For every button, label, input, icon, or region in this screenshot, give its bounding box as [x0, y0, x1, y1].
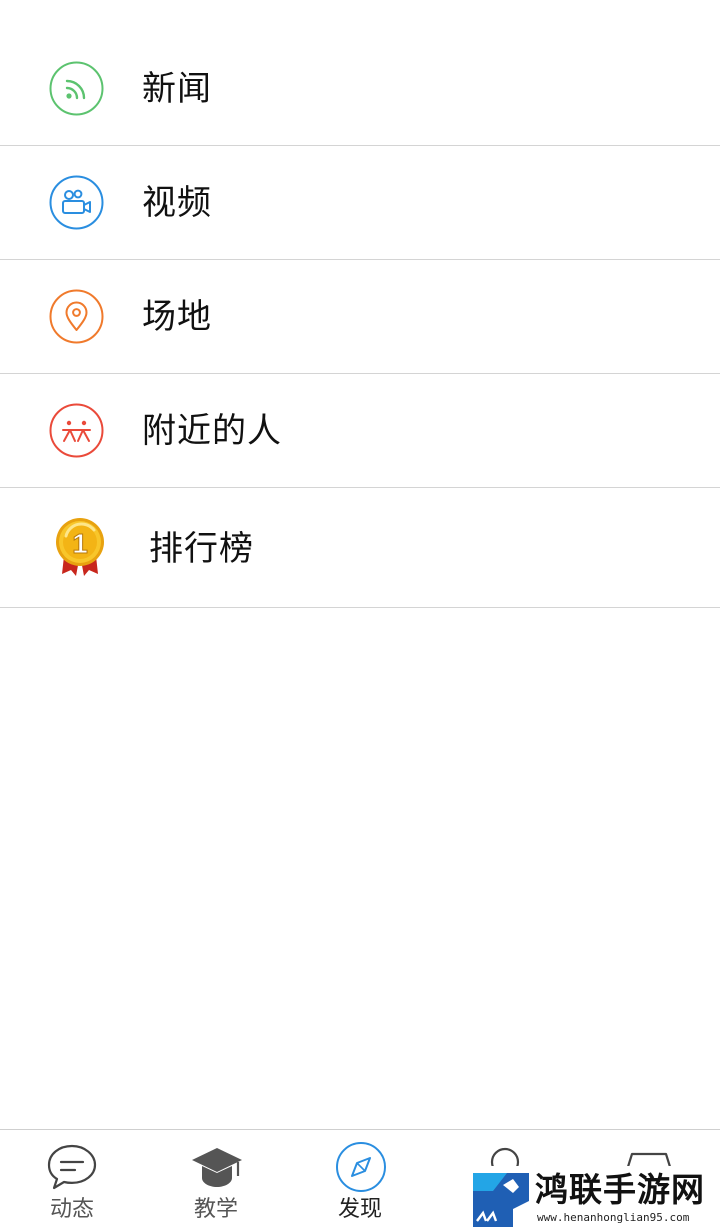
menu-item-leaderboard[interactable]: 1 排行榜	[0, 488, 720, 608]
menu-item-nearby-people[interactable]: 附近的人	[0, 374, 720, 488]
compass-icon	[336, 1142, 386, 1192]
menu-item-news[interactable]: 新闻	[0, 32, 720, 146]
nearby-people-icon	[49, 403, 104, 458]
tab-label: 发现	[337, 1197, 382, 1222]
tab-teaching[interactable]: 教学	[144, 1130, 288, 1230]
watermark: 鸿联手游网 www.henanhonglian95.com	[473, 1166, 720, 1230]
svg-text:1: 1	[72, 528, 88, 559]
watermark-url: www.henanhonglian95.com	[537, 1211, 690, 1224]
location-pin-icon	[49, 289, 104, 344]
menu-item-venue[interactable]: 场地	[0, 260, 720, 374]
tab-label: 教学	[193, 1197, 238, 1222]
first-place-medal-icon: 1	[56, 518, 104, 576]
chat-bubble-icon	[47, 1144, 97, 1190]
menu-item-video[interactable]: 视频	[0, 146, 720, 260]
tab-discover[interactable]: 发现	[288, 1130, 432, 1230]
menu-item-label: 附近的人	[142, 411, 282, 451]
tab-label: 动态	[49, 1197, 94, 1222]
menu-item-label: 视频	[142, 183, 212, 223]
rss-icon	[49, 61, 104, 116]
video-camera-icon	[49, 175, 104, 230]
tab-feed[interactable]: 动态	[0, 1130, 144, 1230]
menu-item-label: 场地	[142, 297, 212, 337]
menu-item-label: 排行榜	[149, 529, 254, 569]
watermark-title: 鸿联手游网	[535, 1170, 705, 1209]
menu-item-label: 新闻	[142, 69, 212, 109]
discover-menu: 新闻 视频 场地 附近的人 1 排行榜	[0, 32, 720, 608]
graduation-cap-icon	[192, 1148, 242, 1187]
watermark-logo-icon	[473, 1173, 529, 1227]
